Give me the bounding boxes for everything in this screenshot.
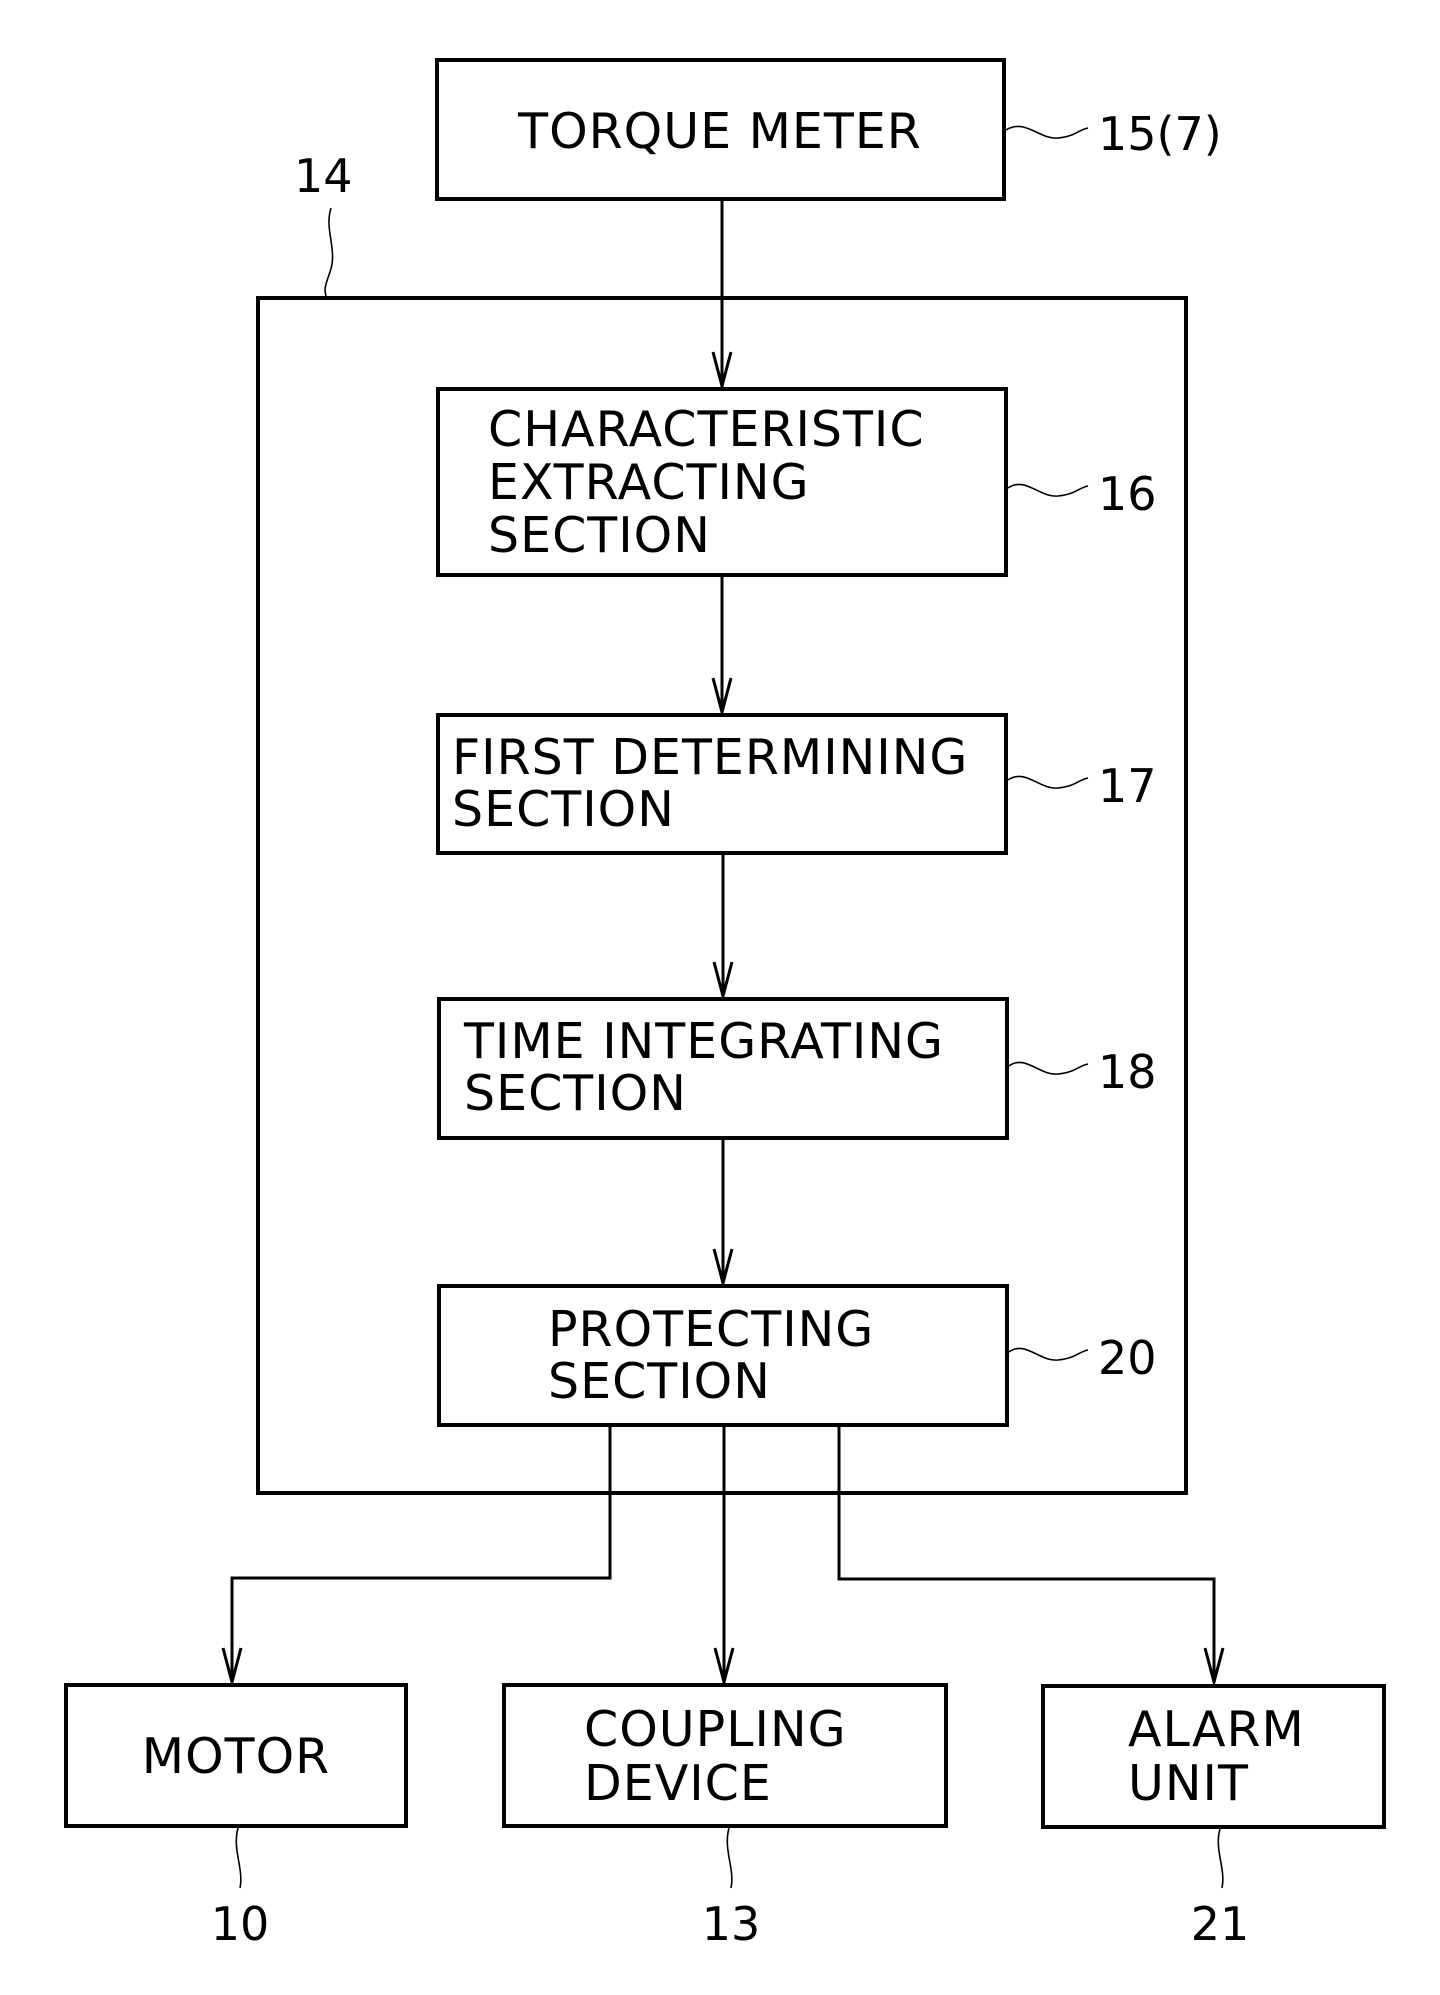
alarm-label-line-1: ALARM [1128,1701,1305,1758]
characteristic-label-line-3: SECTION [488,507,711,564]
protecting-label-line-2: SECTION [548,1353,771,1410]
time-integrating-label-line-2: SECTION [464,1065,687,1122]
first-determining-label-line-2: SECTION [452,781,675,838]
protecting-label-line-1: PROTECTING [548,1301,874,1358]
container-ref-label: 14 [294,149,353,203]
torque-meter-ref-label: 15(7) [1098,107,1222,161]
characteristic-label-line-1: CHARACTERISTIC [488,401,925,458]
first-determining-ref-label: 17 [1098,759,1157,813]
torque-meter-leader-line [1005,125,1089,139]
motor-label: MOTOR [142,1728,330,1785]
container-leader-line [324,207,334,299]
coupling-leader-line [726,1827,733,1889]
motor-ref-label: 10 [211,1897,270,1951]
protecting-ref-label: 20 [1098,1331,1157,1385]
alarm-leader-line [1217,1828,1224,1889]
coupling-label-line-1: COUPLING [584,1701,847,1758]
time-integrating-label-line-1: TIME INTEGRATING [463,1013,944,1070]
motor-leader-line [235,1827,242,1889]
coupling-ref-label: 13 [702,1897,761,1951]
coupling-label-line-2: DEVICE [584,1755,772,1812]
torque-meter-label: TORQUE METER [517,103,922,160]
alarm-ref-label: 21 [1191,1897,1250,1951]
characteristic-ref-label: 16 [1098,467,1157,521]
alarm-label-line-2: UNIT [1128,1755,1249,1812]
block-diagram: 14 TORQUE METER 15(7) CHARACTERISTIC EXT… [64,58,1386,1951]
characteristic-label-line-2: EXTRACTING [488,454,810,511]
time-integrating-ref-label: 18 [1098,1045,1157,1099]
first-determining-label-line-1: FIRST DETERMINING [452,729,968,786]
